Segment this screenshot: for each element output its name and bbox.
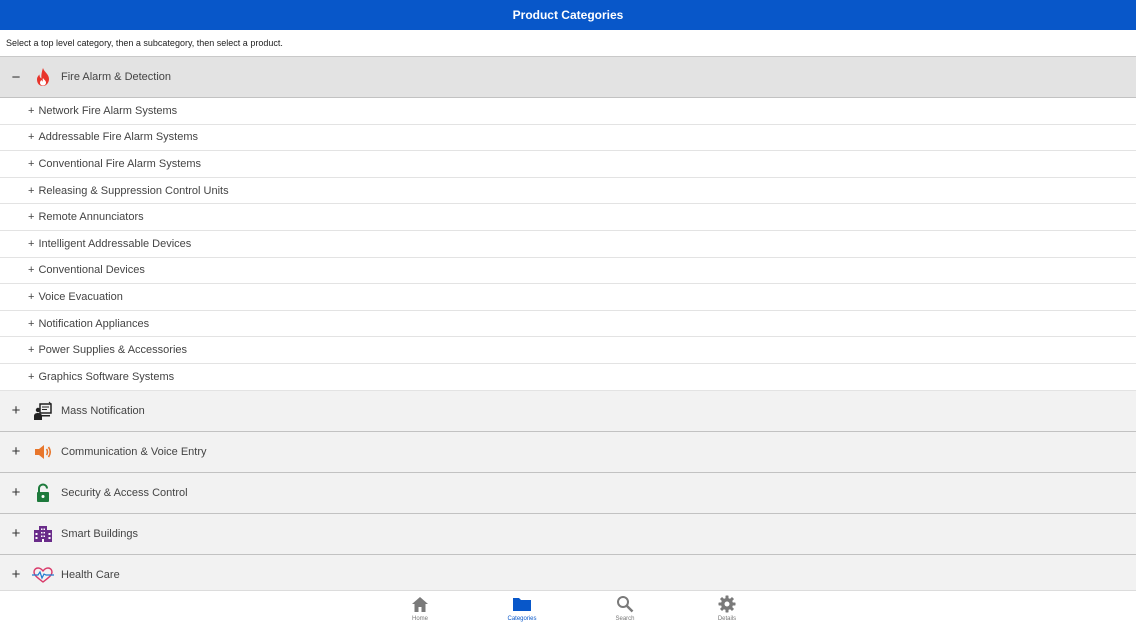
expand-plus: + — [28, 290, 35, 303]
subcategory-network-fire-alarm[interactable]: + Network Fire Alarm Systems — [0, 98, 1136, 125]
heart-pulse-icon — [32, 564, 54, 586]
subcategory-conventional-fire-alarm[interactable]: + Conventional Fire Alarm Systems — [0, 151, 1136, 178]
expand-plus: + — [28, 237, 35, 250]
gear-icon — [717, 594, 737, 614]
tab-home[interactable]: Home — [390, 594, 450, 622]
subcategory-label: Intelligent Addressable Devices — [38, 237, 192, 250]
expand-toggle[interactable]: + — [0, 566, 32, 583]
expand-plus: + — [28, 370, 35, 383]
app-header: Product Categories — [0, 0, 1136, 30]
subcategory-label: Releasing & Suppression Control Units — [38, 184, 229, 197]
expand-plus: + — [28, 157, 35, 170]
expand-plus: + — [28, 264, 35, 277]
tab-label: Details — [717, 616, 737, 622]
subcategory-label: Network Fire Alarm Systems — [38, 104, 178, 117]
category-label: Communication & Voice Entry — [61, 445, 207, 458]
subcategory-label: Graphics Software Systems — [38, 370, 175, 383]
category-label: Fire Alarm & Detection — [61, 71, 172, 83]
expand-plus: + — [28, 211, 35, 224]
presenter-screen-icon — [32, 400, 54, 422]
tab-categories[interactable]: Categories — [492, 594, 552, 622]
category-label: Mass Notification — [61, 404, 145, 417]
category-label: Smart Buildings — [61, 527, 139, 540]
expand-plus: + — [28, 317, 35, 330]
collapse-toggle[interactable]: − — [0, 69, 32, 86]
tab-search[interactable]: Search — [595, 594, 655, 622]
subcategory-list: + Network Fire Alarm Systems + Addressable… — [0, 98, 1136, 391]
subcategory-label: Conventional Fire Alarm Systems — [38, 157, 202, 170]
subcategory-intelligent-addressable[interactable]: + Intelligent Addressable Devices — [0, 231, 1136, 258]
subcategory-label: Voice Evacuation — [38, 290, 123, 303]
category-label: Health Care — [61, 568, 120, 581]
subcategory-power-supplies[interactable]: + Power Supplies & Accessories — [0, 337, 1136, 364]
search-icon — [615, 594, 635, 614]
subcategory-label: Notification Appliances — [38, 317, 150, 330]
expand-toggle[interactable]: + — [0, 525, 32, 542]
subcategory-notification-appliances[interactable]: + Notification Appliances — [0, 311, 1136, 338]
category-health-care[interactable]: + Health Care — [0, 554, 1136, 590]
home-icon — [410, 594, 430, 614]
tab-label: Home — [411, 616, 428, 622]
tab-label: Categories — [507, 616, 537, 622]
subcategory-graphics-software[interactable]: + Graphics Software Systems — [0, 364, 1136, 391]
expand-toggle[interactable]: + — [0, 443, 32, 460]
building-icon — [32, 523, 54, 545]
category-communication[interactable]: + Communication & Voice Entry — [0, 431, 1136, 473]
subcategory-label: Addressable Fire Alarm Systems — [38, 131, 198, 144]
expand-plus: + — [28, 131, 35, 144]
category-smart-buildings[interactable]: + Smart Buildings — [0, 513, 1136, 555]
expand-plus: + — [28, 104, 35, 117]
instructions-text: Select a top level category, then a subc… — [0, 30, 1136, 57]
category-security[interactable]: + Security & Access Control — [0, 472, 1136, 514]
page-title: Product Categories — [512, 8, 624, 22]
expand-toggle[interactable]: + — [0, 402, 32, 419]
bottom-tab-bar: Home Categories Search Details — [0, 590, 1136, 639]
category-mass-notification[interactable]: + Mass Notification — [0, 390, 1136, 432]
category-label: Security & Access Control — [61, 486, 188, 499]
subcategory-addressable-fire-alarm[interactable]: + Addressable Fire Alarm Systems — [0, 125, 1136, 152]
expand-toggle[interactable]: + — [0, 484, 32, 501]
expand-plus: + — [28, 344, 35, 357]
subcategory-label: Power Supplies & Accessories — [38, 344, 188, 357]
subcategory-releasing-suppression[interactable]: + Releasing & Suppression Control Units — [0, 178, 1136, 205]
expand-plus: + — [28, 184, 35, 197]
category-list: − Fire Alarm & Detection + Network Fire A… — [0, 57, 1136, 590]
speaker-icon — [32, 441, 54, 463]
subcategory-conventional-devices[interactable]: + Conventional Devices — [0, 258, 1136, 285]
category-fire-alarm[interactable]: − Fire Alarm & Detection — [0, 57, 1136, 98]
subcategory-label: Remote Annunciators — [38, 211, 144, 224]
tab-details[interactable]: Details — [697, 594, 757, 622]
padlock-icon — [32, 482, 54, 504]
subcategory-label: Conventional Devices — [38, 264, 145, 277]
tab-label: Search — [615, 616, 635, 622]
flame-icon — [32, 66, 54, 88]
subcategory-voice-evacuation[interactable]: + Voice Evacuation — [0, 284, 1136, 311]
folder-icon — [512, 594, 532, 614]
subcategory-remote-annunciators[interactable]: + Remote Annunciators — [0, 204, 1136, 231]
